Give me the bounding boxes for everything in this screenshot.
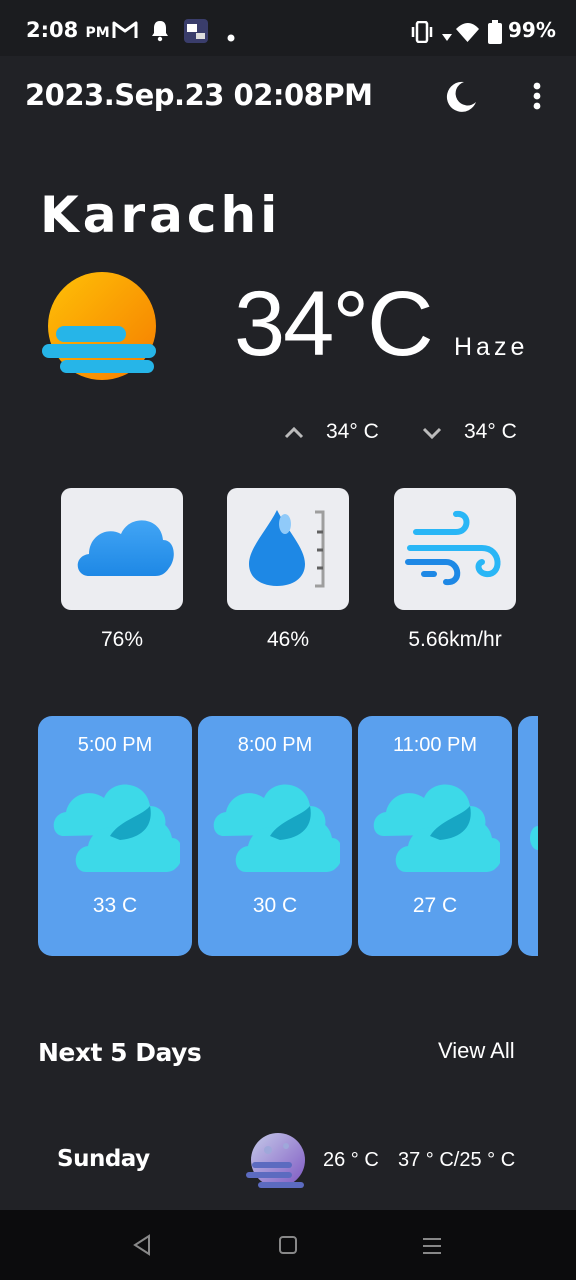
view-all-link[interactable]: View All xyxy=(438,1038,515,1064)
hour-temp: 30 C xyxy=(252,894,298,917)
recents-icon[interactable] xyxy=(422,1236,442,1260)
gmail-icon xyxy=(112,20,138,44)
low-temperature: 34° C xyxy=(464,420,517,443)
moon-icon[interactable] xyxy=(444,80,478,118)
cloudy-icon xyxy=(53,784,180,872)
battery-level: 99% xyxy=(508,18,556,42)
city-name: Karachi xyxy=(40,186,282,244)
cloudiness-tile xyxy=(61,488,183,610)
dot-icon xyxy=(227,27,235,46)
night-haze-moon-icon xyxy=(246,1132,308,1194)
status-time: 2:08 PM xyxy=(26,18,110,42)
status-bar: 2:08 PM 99% xyxy=(0,0,576,56)
hour-temp: 33 C xyxy=(92,894,138,917)
cloudy-icon xyxy=(213,784,340,872)
wind-icon xyxy=(405,510,501,586)
hour-time: 8:00 PM xyxy=(237,734,313,756)
day-temperature: 26 ° C xyxy=(323,1149,379,1171)
humidity-tile xyxy=(227,488,349,610)
cloudy-icon xyxy=(373,784,500,872)
date-time: 2023.Sep.23 02:08PM xyxy=(25,78,373,112)
high-temperature: 34° C xyxy=(326,420,379,443)
hourly-card[interactable]: 8:00 PM 30 C xyxy=(198,716,352,956)
day-temp-range: 37 ° C/25 ° C xyxy=(398,1149,516,1171)
more-vert-icon[interactable] xyxy=(530,82,544,116)
hourly-card[interactable]: 5:00 PM 33 C xyxy=(38,716,192,956)
notification-bell-icon xyxy=(150,20,170,46)
navigation-bar xyxy=(0,1210,576,1280)
hour-temp: 27 C xyxy=(412,894,458,917)
app-icon xyxy=(183,18,209,48)
wifi-icon xyxy=(440,21,480,47)
humidity-drop-icon xyxy=(249,510,325,588)
next-days-title: Next 5 Days xyxy=(38,1038,202,1067)
chevron-down-icon xyxy=(422,426,442,445)
haze-sun-icon xyxy=(42,270,160,386)
wind-speed-value: 5.66km/hr xyxy=(408,628,502,651)
hour-time: 5:00 PM xyxy=(77,734,153,756)
hour-time: 11:00 PM xyxy=(392,734,478,756)
cloud-icon xyxy=(77,520,174,576)
home-icon[interactable] xyxy=(278,1235,298,1259)
current-temperature: 34°C xyxy=(234,273,434,375)
wind-tile xyxy=(394,488,516,610)
back-icon[interactable] xyxy=(132,1234,152,1260)
weather-condition: Haze xyxy=(454,333,529,361)
chevron-up-icon xyxy=(284,424,304,443)
battery-icon xyxy=(488,20,502,48)
hourly-card-partial[interactable] xyxy=(518,716,538,956)
day-name: Sunday xyxy=(57,1146,150,1172)
hourly-card[interactable]: 11:00 PM 27 C xyxy=(358,716,512,956)
cloudy-icon xyxy=(530,826,538,850)
vibrate-icon xyxy=(410,20,434,47)
